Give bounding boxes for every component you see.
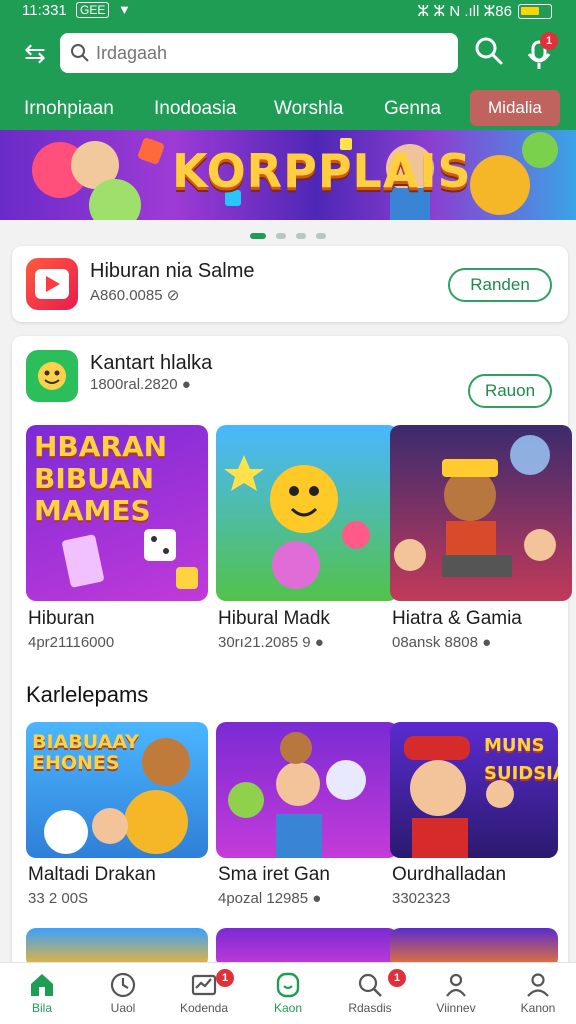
search-icon	[71, 44, 89, 62]
tile-1-illustration	[62, 529, 198, 589]
nav-profile[interactable]: Kanon	[502, 967, 574, 1023]
tile-2-illustration	[224, 455, 370, 589]
tile-2-meta: 30rı21.2085 9 ●	[218, 634, 324, 651]
tab-1[interactable]: Inodoasia	[154, 94, 236, 124]
tile-4-illustration	[44, 738, 190, 854]
nav-inbox-badge: 1	[216, 969, 234, 987]
person-icon	[527, 973, 549, 997]
tile-2-label: Hibural Madk	[218, 608, 330, 629]
pager-dot[interactable]	[276, 233, 286, 239]
section-title: Karlelepams	[26, 682, 149, 707]
search-bar[interactable]	[60, 33, 458, 73]
tab-3[interactable]: Genna	[384, 94, 441, 124]
tab-2[interactable]: Worshla	[274, 94, 343, 124]
tile-6-illustration	[404, 736, 514, 858]
pager-dot[interactable]	[316, 233, 326, 239]
tab-0[interactable]: Irnohpiaan	[24, 94, 114, 124]
game-tile-4[interactable]: BIABUAAY EHONES	[26, 722, 208, 858]
tile-4-meta: 33 2 00S	[28, 890, 89, 907]
category-tabs: Irnohpiaan Inodoasia Worshla Genna Midal…	[0, 88, 576, 128]
search-nav-icon	[358, 973, 382, 997]
nav-recent-label: Uaol	[110, 1001, 136, 1015]
status-right-text: ⵣ ⵣ N .ıll ⵣ86	[417, 3, 512, 20]
game-tile-5[interactable]	[216, 722, 398, 858]
clock-icon	[110, 972, 136, 998]
chat-icon	[276, 972, 300, 998]
battery-icon	[518, 3, 552, 19]
home-icon	[31, 974, 53, 996]
nav-people[interactable]: Viinnev	[420, 967, 492, 1023]
tab-4[interactable]: Midalia	[470, 90, 560, 126]
nav-people-label: Viinnev	[436, 1001, 476, 1015]
nav-home-label: Bila	[31, 1001, 52, 1015]
tile-6-meta: 3302323	[392, 890, 451, 907]
bottom-navigation: Bila Uaol Kodenda 1 Kaon Rdasdis 1 Viinn…	[0, 962, 576, 1024]
tile-3-label: Hiatra & Gamia	[392, 608, 522, 629]
section-app-meta: 1800ral.2820 ●	[90, 376, 191, 393]
inbox-icon	[191, 974, 217, 996]
nav-inbox[interactable]: Kodenda 1	[168, 967, 240, 1023]
tile-5-meta: 4pozal 12985 ●	[218, 890, 322, 907]
nav-profile-label: Kanon	[520, 1001, 556, 1015]
game-tile-3[interactable]	[390, 425, 572, 601]
status-right: ⵣ ⵣ N .ıll ⵣ86	[417, 2, 552, 20]
tile-4-label: Maltadi Drakan	[28, 864, 156, 885]
nav-recent[interactable]: Uaol	[87, 967, 159, 1023]
section-app-button[interactable]: Rauon	[468, 374, 552, 408]
tile-5-illustration	[228, 732, 366, 858]
promo-banner[interactable]: KORPPLAIS	[0, 130, 576, 220]
mic-badge: 1	[540, 32, 558, 50]
featured-app-meta: A860.0085 ⊘	[90, 287, 180, 304]
banner-pager	[0, 226, 576, 244]
tile-5-label: Sma iret Gan	[218, 864, 330, 885]
microphone-button[interactable]: 1	[524, 32, 558, 70]
pager-dot[interactable]	[296, 233, 306, 239]
app-header: 11:331 GEE ▼ ⵣ ⵣ N .ıll ⵣ86 ⇆ 1 Irnohpia…	[0, 0, 576, 130]
section-app-name: Kantart hlalka	[90, 352, 213, 374]
featured-app-name: Hiburan nia Salme	[90, 260, 255, 282]
featured-app-card[interactable]: Hiburan nia Salme A860.0085 ⊘ Randen	[12, 246, 568, 322]
banner-title: KORPPLAIS	[172, 144, 472, 198]
tile-1-label: Hiburan	[28, 608, 95, 629]
back-arrows-icon[interactable]: ⇆	[18, 38, 52, 68]
nav-home[interactable]: Bila	[6, 967, 78, 1023]
status-time: 11:331	[22, 2, 67, 19]
search-input[interactable]	[96, 42, 436, 64]
section-app-icon	[26, 350, 78, 402]
nav-search-badge: 1	[388, 969, 406, 987]
pager-dot-active[interactable]	[250, 233, 266, 239]
featured-install-button[interactable]: Randen	[448, 268, 552, 302]
nav-search-label: Rdasdis	[348, 1001, 392, 1015]
tile-6-label: Ourdhalladan	[392, 864, 507, 885]
nav-search[interactable]: Rdasdis 1	[334, 967, 406, 1023]
tile-3-illustration	[394, 435, 556, 577]
carrier-label: GEE	[76, 2, 110, 18]
tile-3-meta: 08ansk 8808 ●	[392, 634, 492, 651]
game-tile-6[interactable]: MUNS SUIDSIAS	[390, 722, 558, 858]
tile-1-meta: 4pr21116000	[28, 634, 115, 651]
game-tile-1[interactable]: HBARAN BIBUAN MAMES	[26, 425, 208, 601]
status-bar: 11:331 GEE ▼ ⵣ ⵣ N .ıll ⵣ86	[0, 0, 576, 24]
wifi-icon: ▼	[118, 2, 131, 17]
nav-chat-label: Kaon	[273, 1001, 303, 1015]
people-icon	[446, 973, 466, 997]
game-tile-2[interactable]	[216, 425, 398, 601]
header-search-icon[interactable]	[474, 36, 504, 66]
nav-inbox-label: Kodenda	[179, 1001, 229, 1015]
nav-chat[interactable]: Kaon	[252, 967, 324, 1023]
play-app-icon	[26, 258, 78, 310]
